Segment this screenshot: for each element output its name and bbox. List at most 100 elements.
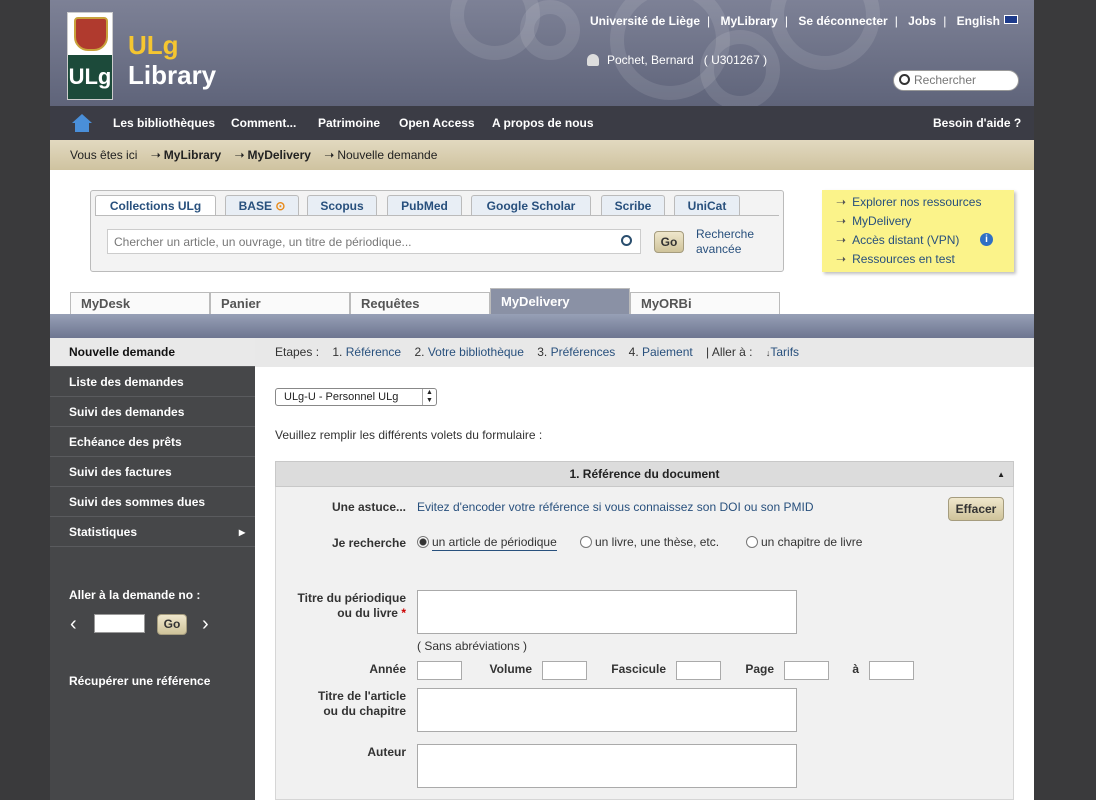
author-field[interactable]	[417, 744, 797, 788]
home-icon[interactable]	[72, 114, 92, 132]
page-end-field[interactable]	[869, 661, 914, 680]
tab-pubmed[interactable]: PubMed	[387, 195, 462, 216]
sidebar-item-suivi-factures[interactable]: Suivi des factures	[50, 458, 255, 487]
radio-chapter[interactable]: un chapitre de livre	[746, 535, 862, 549]
breadcrumb-prefix: Vous êtes ici	[70, 148, 138, 162]
nav-comment[interactable]: Comment...	[231, 116, 296, 130]
ulg-logo[interactable]: ULg	[67, 12, 113, 100]
search-type-label: Je recherche	[331, 536, 406, 550]
request-number-input[interactable]	[94, 614, 145, 633]
form-intro: Veuillez remplir les différents volets d…	[275, 428, 543, 442]
reference-form: Une astuce... Evitez d'encoder votre réf…	[275, 487, 1014, 800]
main-nav: Les bibliothèques Comment... Patrimoine …	[50, 106, 1034, 140]
section-header[interactable]: 1. Référence du document ▲	[275, 461, 1014, 487]
page-start-field[interactable]	[784, 661, 829, 680]
tab-collections-ulg[interactable]: Collections ULg	[95, 195, 216, 216]
page-tab-mydesk[interactable]: MyDesk	[70, 292, 210, 314]
step-number: 4.	[628, 345, 639, 359]
tab-scribe[interactable]: Scribe	[601, 195, 665, 216]
goto-label: | Aller à :	[706, 345, 753, 359]
issue-field[interactable]	[676, 661, 721, 680]
site-title[interactable]: ULg Library	[128, 30, 216, 90]
radio-unchecked-icon	[746, 536, 758, 548]
info-icon[interactable]: i	[980, 233, 993, 246]
uk-flag-icon[interactable]	[1004, 15, 1018, 24]
tarifs-link[interactable]: Tarifs	[770, 345, 799, 359]
page: ULg ULg Library Université de Liège | MyL…	[50, 0, 1034, 800]
toplink-jobs[interactable]: Jobs	[908, 14, 936, 28]
advanced-line1: Recherche	[696, 227, 755, 241]
tip-text[interactable]: Evitez d'encoder votre référence si vous…	[417, 500, 813, 514]
author-label: Auteur	[367, 745, 406, 759]
search-icon	[899, 74, 910, 85]
tab-scopus[interactable]: Scopus	[307, 195, 377, 216]
toplink-english[interactable]: English	[957, 14, 1000, 28]
nav-a-propos[interactable]: A propos de nous	[492, 116, 594, 130]
sidebar-item-nouvelle-demande[interactable]: Nouvelle demande	[50, 338, 255, 367]
goto-request-go-button[interactable]: Go	[157, 614, 187, 635]
note-explorer[interactable]: Explorer nos ressources	[852, 195, 981, 209]
step-reference[interactable]: Référence	[346, 345, 401, 359]
sidebar-item-liste-demandes[interactable]: Liste des demandes	[50, 368, 255, 397]
step-bibliotheque[interactable]: Votre bibliothèque	[428, 345, 524, 359]
note-mydelivery[interactable]: MyDelivery	[852, 214, 911, 228]
header-search-input[interactable]: Rechercher	[893, 70, 1019, 91]
retrieve-reference-link[interactable]: Récupérer une référence	[69, 674, 210, 688]
catalog-go-button[interactable]: Go	[654, 231, 684, 253]
page-tab-mydelivery[interactable]: MyDelivery	[490, 288, 630, 314]
step-preferences[interactable]: Préférences	[551, 345, 616, 359]
breadcrumb-mylibrary[interactable]: MyLibrary	[164, 148, 221, 162]
radio-book[interactable]: un livre, une thèse, etc.	[580, 535, 719, 549]
header: ULg ULg Library Université de Liège | MyL…	[50, 0, 1034, 106]
nav-help[interactable]: Besoin d'aide ?	[933, 116, 1021, 130]
journal-title-label: Titre du périodique ou du livre *	[276, 591, 406, 621]
radio-article[interactable]: un article de périodique	[417, 535, 557, 551]
sidebar-item-statistiques[interactable]: Statistiques ▸	[50, 518, 255, 547]
advanced-search-link[interactable]: Recherche avancée	[696, 227, 754, 257]
journal-label-line1: Titre du périodique	[297, 591, 406, 605]
sidebar-item-suivi-demandes[interactable]: Suivi des demandes	[50, 398, 255, 427]
year-field[interactable]	[417, 661, 462, 680]
page-tab-myorbi[interactable]: MyORBi	[630, 292, 780, 314]
breadcrumb: Vous êtes ici ➝ MyLibrary ➝ MyDelivery ➝ No…	[50, 140, 1034, 170]
step-number: 2.	[414, 345, 425, 359]
breadcrumb-mydelivery[interactable]: MyDelivery	[248, 148, 311, 162]
catalog-search-input[interactable]: Chercher un article, un ouvrage, un titr…	[107, 229, 641, 254]
toplink-mylibrary[interactable]: MyLibrary	[721, 14, 778, 28]
search-icon[interactable]	[621, 235, 632, 246]
sidebar-item-suivi-sommes[interactable]: Suivi des sommes dues	[50, 488, 255, 517]
article-label-line1: Titre de l'article	[317, 689, 406, 703]
page-tab-requetes[interactable]: Requêtes	[350, 292, 490, 314]
goto-request-label: Aller à la demande no :	[69, 588, 201, 602]
nav-patrimoine[interactable]: Patrimoine	[318, 116, 380, 130]
logo-line1: ULg	[128, 30, 179, 60]
clear-button[interactable]: Effacer	[948, 497, 1004, 521]
toplink-logout[interactable]: Se déconnecter	[798, 14, 887, 28]
page-tab-panier[interactable]: Panier	[210, 292, 350, 314]
chevron-left-icon[interactable]: ‹	[70, 614, 77, 634]
article-title-field[interactable]	[417, 688, 797, 732]
user-category-select[interactable]: ULg-U - Personnel ULg ▲ ▼	[275, 388, 437, 406]
collapse-icon[interactable]: ▲	[997, 462, 1005, 487]
tab-unicat[interactable]: UniCat	[674, 195, 740, 216]
nav-bibliotheques[interactable]: Les bibliothèques	[113, 116, 215, 130]
user-name: Pochet, Bernard	[607, 53, 694, 67]
volume-field[interactable]	[542, 661, 587, 680]
quick-links-note: ➝ Explorer nos ressources ➝ MyDelivery ➝ Ac…	[822, 190, 1014, 272]
sidebar: Nouvelle demande Liste des demandes Suiv…	[50, 338, 255, 800]
advanced-line2: avancée	[696, 242, 742, 256]
radio-article-label: un article de périodique	[432, 535, 557, 551]
chevron-right-icon[interactable]: ›	[202, 614, 209, 634]
nav-open-access[interactable]: Open Access	[399, 116, 475, 130]
no-abbrev-hint: ( Sans abréviations )	[417, 639, 528, 653]
tab-google-scholar[interactable]: Google Scholar	[471, 195, 591, 216]
note-test-resources[interactable]: Ressources en test	[852, 252, 955, 266]
steps-label: Etapes :	[275, 345, 320, 359]
tab-base[interactable]: BASE ⊙	[225, 195, 299, 216]
toplink-universite[interactable]: Université de Liège	[590, 14, 700, 28]
journal-title-field[interactable]	[417, 590, 797, 634]
note-vpn[interactable]: Accès distant (VPN)	[852, 233, 959, 247]
sidebar-item-echeance-prets[interactable]: Echéance des prêts	[50, 428, 255, 457]
step-paiement[interactable]: Paiement	[642, 345, 693, 359]
step-number: 1.	[332, 345, 343, 359]
